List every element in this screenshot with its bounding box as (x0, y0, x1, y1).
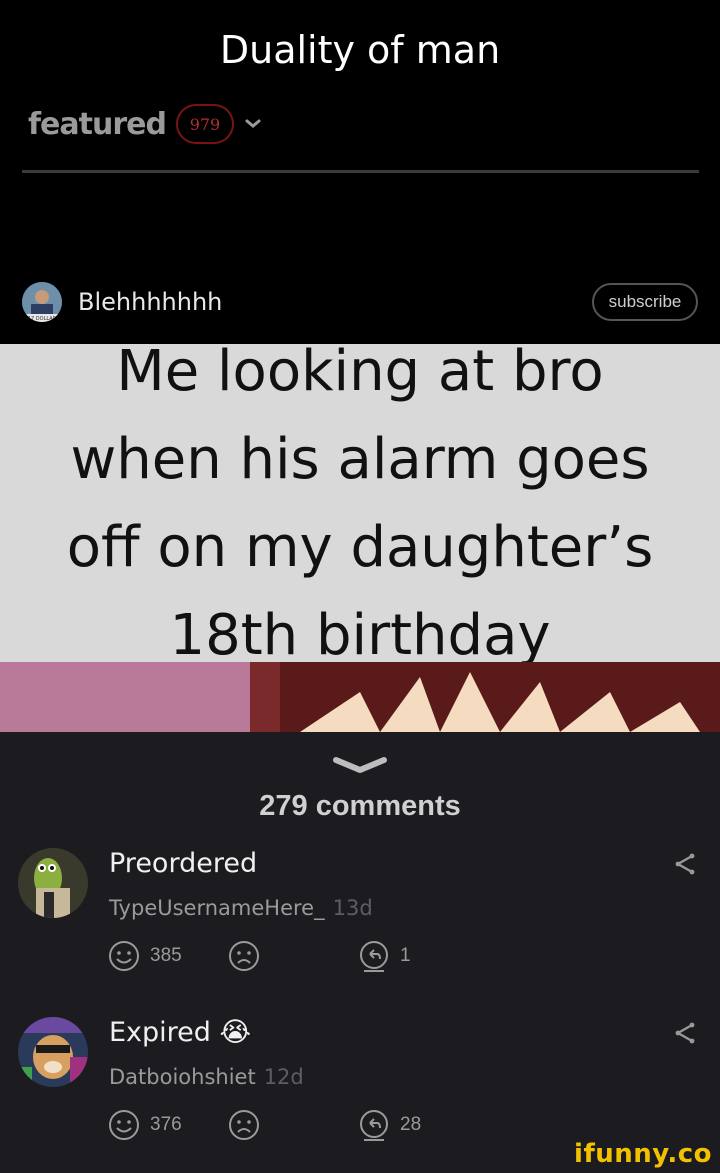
comment-actions: 376 28 (108, 1109, 508, 1141)
meme-image[interactable]: Me looking at bro when his alarm goes of… (0, 344, 720, 732)
grab-handle-icon[interactable] (330, 754, 390, 776)
comment-text: Preordered (109, 848, 258, 879)
smile-button[interactable]: 385 (108, 940, 182, 972)
author-avatar[interactable]: 17 DOLLAR (22, 282, 62, 322)
comment-meta: TypeUsernameHere_ 13d (109, 896, 373, 920)
divider (22, 170, 699, 173)
comment-text: Expired 😭 (109, 1017, 252, 1048)
featured-selector[interactable]: featured 979 (28, 104, 262, 144)
chevron-down-icon[interactable] (244, 118, 262, 130)
comment-username[interactable]: TypeUsernameHere_ (109, 896, 325, 920)
comments-count: 279 comments (259, 790, 461, 822)
author-name[interactable]: Blehhhhhhh (78, 288, 222, 316)
unsmile-button[interactable] (228, 1109, 260, 1141)
comments-panel: 279 comments Preordered TypeUsernameHere… (0, 732, 720, 1173)
author-row: 17 DOLLAR Blehhhhhhh subscribe (22, 280, 698, 324)
smile-count: 385 (150, 945, 182, 966)
reply-icon (360, 941, 388, 972)
subscribe-button[interactable]: subscribe (592, 283, 698, 321)
comment-actions: 385 1 (108, 940, 508, 972)
unsmile-button[interactable] (228, 940, 260, 972)
comment-meta: Datboiohshiet 12d (109, 1065, 304, 1089)
smile-button[interactable]: 376 (108, 1109, 182, 1141)
meme-line: when his alarm goes (70, 427, 650, 492)
smile-icon (109, 941, 139, 971)
meme-caption: Me looking at bro when his alarm goes of… (0, 344, 720, 680)
post-title: Duality of man (219, 28, 501, 72)
comment-item: Preordered TypeUsernameHere_ 13d 385 1 (0, 848, 720, 1008)
featured-count-badge: 979 (175, 104, 234, 144)
comment-time: 13d (332, 896, 373, 920)
frown-icon (229, 941, 259, 971)
share-icon[interactable] (674, 1021, 696, 1045)
reply-button[interactable]: 1 (358, 940, 411, 972)
commenter-avatar[interactable] (18, 848, 88, 918)
reply-button[interactable]: 28 (358, 1109, 421, 1141)
reply-count: 1 (400, 945, 411, 966)
commenter-avatar[interactable] (18, 1017, 88, 1087)
share-icon[interactable] (674, 852, 696, 876)
featured-label: featured (28, 106, 167, 142)
comment-time: 12d (263, 1065, 304, 1089)
post-header: Duality of man featured 979 17 DOLLAR Bl… (0, 0, 720, 344)
smile-count: 376 (150, 1114, 182, 1135)
reply-count: 28 (400, 1114, 422, 1135)
smile-icon (109, 1110, 139, 1140)
meme-line: Me looking at bro (116, 344, 604, 404)
ifunny-watermark: ifunny.co (574, 1139, 712, 1169)
frown-icon (229, 1110, 259, 1140)
meme-photo-strip (0, 662, 720, 732)
avatar-caption: 17 DOLLAR (28, 316, 57, 322)
meme-line: off on my daughter’s (66, 515, 654, 580)
reply-icon (360, 1110, 388, 1141)
comment-username[interactable]: Datboiohshiet (109, 1065, 256, 1089)
